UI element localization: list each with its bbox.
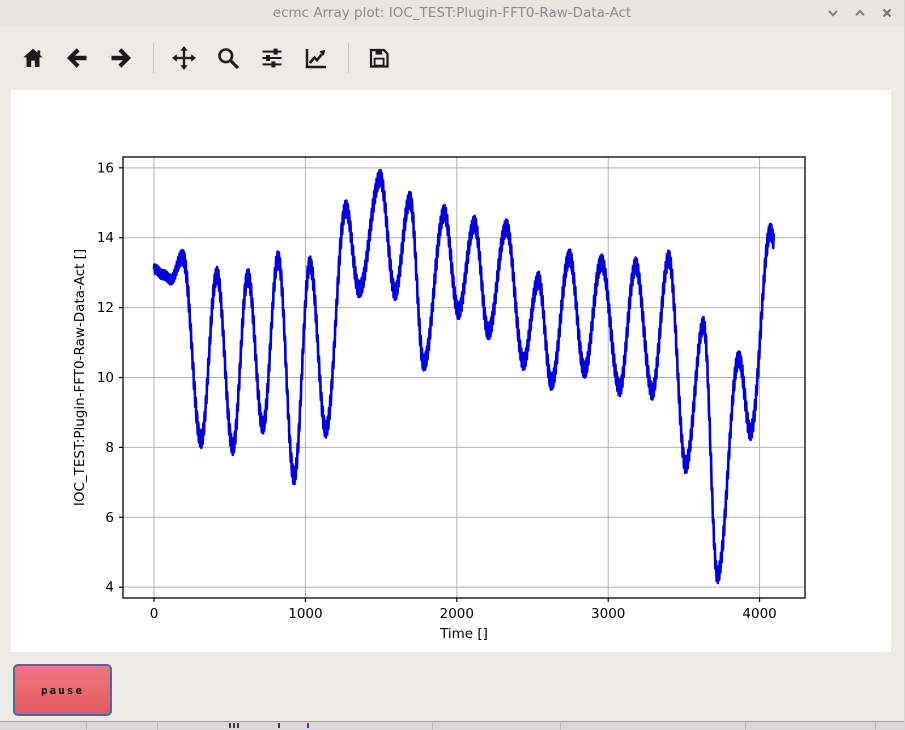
tick-label-x: 0 [150,606,159,622]
save-button[interactable] [367,46,391,70]
chart-arrow-icon [303,45,329,71]
taskbar-separator [86,722,87,730]
close-button[interactable] [878,3,896,23]
tick-label-y: 14 [97,230,114,246]
pause-button[interactable]: pause [13,664,112,716]
pan-button[interactable] [172,46,196,70]
tick-label-y: 10 [97,370,114,386]
tick-label-y: 6 [105,510,114,526]
home-icon [21,46,45,70]
window-controls [824,0,896,26]
taskbar-separator [745,722,746,730]
chevron-up-icon [854,7,866,19]
maximize-button[interactable] [851,3,869,23]
tick-label-x: 1000 [288,606,322,622]
tick-label-x: 3000 [591,606,625,622]
tick-label-x: 2000 [440,606,474,622]
plot-area[interactable]: 0 1000 2000 3000 4000 4 6 8 10 12 14 16 Time [] IOC_T… [11,90,891,652]
arrow-right-icon [109,46,133,70]
taskbar[interactable] [0,721,904,730]
taskbar-icon-mark [229,723,231,728]
pause-button-label: pause [41,684,84,697]
tick-label-y: 4 [105,580,114,596]
taskbar-separator [560,722,561,730]
floppy-icon [367,46,391,70]
taskbar-separator [157,722,158,730]
navigation-toolbar [0,26,904,90]
taskbar-separator [875,722,876,730]
magnifier-icon [216,46,240,70]
titlebar[interactable]: ecmc Array plot: IOC_TEST:Plugin-FFT0-Ra… [0,0,904,26]
arrow-left-icon [65,46,89,70]
figure-canvas[interactable]: 0 1000 2000 3000 4000 4 6 8 10 12 14 16 Time [] IOC_T… [11,90,891,652]
taskbar-separator [432,722,433,730]
back-button[interactable] [65,46,89,70]
zoom-button[interactable] [216,46,240,70]
tick-label-y: 8 [105,440,114,456]
minimize-button[interactable] [824,3,842,23]
taskbar-icon-mark [233,723,235,728]
toolbar-separator [348,43,349,73]
close-icon [881,7,893,19]
tick-label-y: 12 [97,300,114,316]
taskbar-icon-mark [278,723,280,728]
x-axis-label: Time [] [439,626,488,642]
customize-button[interactable] [304,46,328,70]
chevron-down-icon [827,7,839,19]
tick-label-x: 4000 [742,606,776,622]
series-line [154,170,774,583]
configure-subplots-button[interactable] [260,46,284,70]
tick-label-y: 16 [97,160,114,176]
home-button[interactable] [21,46,45,70]
taskbar-icon-mark [237,723,239,728]
plot-window: ecmc Array plot: IOC_TEST:Plugin-FFT0-Ra… [0,0,905,730]
y-axis-label: IOC_TEST:Plugin-FFT0-Raw-Data-Act [] [72,249,88,506]
forward-button[interactable] [109,46,133,70]
move-icon [171,45,197,71]
toolbar-separator [153,43,154,73]
window-title: ecmc Array plot: IOC_TEST:Plugin-FFT0-Ra… [0,0,904,26]
sliders-icon [260,46,284,70]
taskbar-icon-mark [307,723,309,728]
